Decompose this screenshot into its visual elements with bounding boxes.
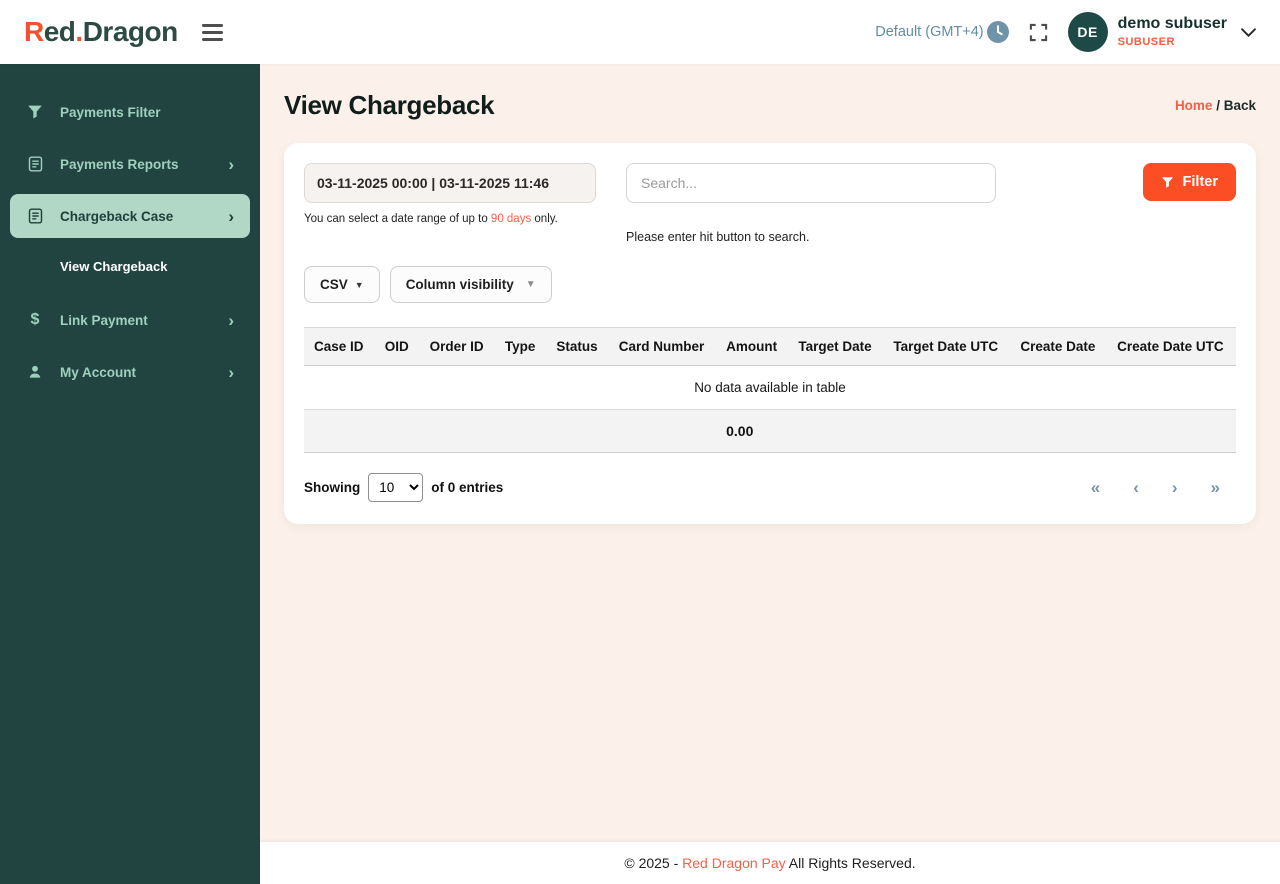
avatar-initials: DE — [1077, 24, 1098, 40]
chevron-right-icon: › — [228, 310, 234, 330]
filter-button[interactable]: Filter — [1142, 163, 1236, 201]
filter-button-label: Filter — [1182, 174, 1218, 190]
empty-table-message: No data available in table — [304, 365, 1236, 410]
table-empty-row: No data available in table — [304, 365, 1236, 410]
first-page-button[interactable]: « — [1091, 479, 1100, 496]
column-header-target-date-utc[interactable]: Target Date UTC — [883, 327, 1011, 366]
table-header-row: Case ID OID Order ID Type Status Card Nu… — [304, 327, 1236, 366]
footer-brand-link[interactable]: Red Dragon Pay — [682, 855, 786, 871]
chevron-right-icon: › — [228, 206, 234, 226]
sidebar-item-chargeback-case[interactable]: Chargeback Case › — [10, 194, 250, 238]
column-header-order-id[interactable]: Order ID — [419, 327, 495, 366]
column-header-target-date[interactable]: Target Date — [788, 327, 884, 366]
sidebar-item-label: Payments Reports — [60, 156, 179, 172]
column-header-type[interactable]: Type — [494, 327, 547, 366]
dollar-icon: $ — [30, 311, 40, 328]
column-header-case-id[interactable]: Case ID — [304, 327, 375, 366]
sidebar-item-my-account[interactable]: My Account › — [10, 350, 250, 394]
sidebar: Payments Filter Payments Reports › Charg… — [0, 64, 260, 884]
breadcrumb-current[interactable]: Back — [1224, 98, 1256, 113]
logo-part-ed: ed — [43, 16, 76, 47]
user-role-badge: SUBUSER — [1117, 36, 1175, 49]
funnel-icon — [1161, 176, 1174, 189]
timezone-selector[interactable]: Default (GMT+4) — [875, 21, 1009, 43]
last-page-button[interactable]: » — [1211, 479, 1220, 496]
pagination-bar: Showing 10 of 0 entries « ‹ › » — [304, 473, 1236, 504]
footer-suffix: All Rights Reserved. — [785, 855, 916, 871]
chargeback-file-icon — [26, 208, 44, 224]
date-range-limit: 90 days — [490, 213, 532, 225]
table-total-row: 0.00 — [304, 409, 1236, 453]
entries-label: of 0 entries — [431, 480, 504, 495]
chevron-right-icon: › — [228, 154, 234, 174]
timezone-label: Default (GMT+4) — [875, 24, 984, 40]
column-visibility-label: Column visibility — [405, 277, 514, 292]
chargeback-table-wrap: Case ID OID Order ID Type Status Card Nu… — [304, 327, 1236, 453]
next-page-button[interactable]: › — [1172, 479, 1178, 496]
date-range-input[interactable] — [304, 163, 596, 203]
sidebar-item-label: Chargeback Case — [60, 208, 174, 224]
chargeback-table: Case ID OID Order ID Type Status Card Nu… — [304, 327, 1236, 453]
csv-button-label: CSV — [320, 277, 348, 292]
user-name: demo subuser — [1117, 14, 1227, 32]
page-size-select[interactable]: 10 — [368, 473, 424, 502]
column-header-status[interactable]: Status — [546, 327, 609, 366]
column-header-amount[interactable]: Amount — [716, 327, 789, 366]
fullscreen-icon[interactable] — [1029, 23, 1048, 42]
date-range-hint: You can select a date range of up to 90 … — [304, 213, 558, 225]
sidebar-item-payments-reports[interactable]: Payments Reports › — [10, 142, 250, 186]
breadcrumb: Home / Back — [1175, 98, 1256, 113]
showing-label: Showing — [304, 480, 361, 495]
search-input[interactable] — [626, 163, 996, 203]
menu-toggle-icon[interactable] — [198, 20, 227, 45]
sidebar-item-label: Payments Filter — [60, 104, 161, 120]
topbar-right: Default (GMT+4) DE demo subuser SUBUSER — [875, 12, 1256, 52]
column-visibility-button[interactable]: Column visibility ▼ — [389, 266, 552, 303]
breadcrumb-home-link[interactable]: Home — [1175, 98, 1213, 113]
column-header-create-date[interactable]: Create Date — [1010, 327, 1108, 366]
user-menu[interactable]: demo subuser SUBUSER — [1118, 15, 1227, 49]
chevron-right-icon: › — [228, 362, 234, 382]
logo-dot: . — [75, 16, 83, 47]
amount-total: 0.00 — [716, 409, 789, 453]
chevron-down-icon[interactable] — [1241, 27, 1256, 37]
avatar[interactable]: DE — [1067, 12, 1108, 52]
chargeback-card: You can select a date range of up to 90 … — [284, 143, 1256, 524]
sidebar-item-link-payment[interactable]: $ Link Payment › — [10, 298, 250, 342]
app-logo[interactable]: Red.Dragon — [24, 16, 178, 48]
csv-export-button[interactable]: CSV ▼ — [304, 266, 380, 303]
page-footer: © 2025 - Red Dragon Pay All Rights Reser… — [260, 842, 1280, 884]
page-title: View Chargeback — [284, 90, 495, 120]
logo-part-r: R — [24, 16, 44, 47]
sidebar-item-payments-filter[interactable]: Payments Filter — [10, 90, 250, 134]
sidebar-subitem-view-chargeback[interactable]: View Chargeback — [10, 246, 250, 286]
sidebar-item-label: Link Payment — [60, 312, 148, 328]
caret-down-icon: ▼ — [354, 279, 364, 290]
breadcrumb-separator: / — [1212, 98, 1224, 113]
sidebar-subitem-label: View Chargeback — [60, 258, 168, 274]
pager: « ‹ › » — [1091, 479, 1236, 496]
report-file-icon — [26, 156, 44, 172]
top-bar: Red.Dragon Default (GMT+4) DE demo subus… — [0, 0, 1280, 64]
clock-icon — [986, 21, 1009, 43]
main-content: View Chargeback Home / Back You can sele… — [260, 64, 1280, 842]
column-header-card-number[interactable]: Card Number — [608, 327, 717, 366]
search-hint: Please enter hit button to search. — [626, 230, 810, 244]
previous-page-button[interactable]: ‹ — [1133, 479, 1139, 496]
footer-prefix: © 2025 - — [624, 855, 683, 871]
logo-part-dragon: Dragon — [82, 16, 179, 47]
column-header-create-date-utc[interactable]: Create Date UTC — [1107, 327, 1236, 366]
user-icon — [26, 364, 44, 380]
caret-down-icon: ▼ — [525, 279, 536, 290]
column-header-oid[interactable]: OID — [374, 327, 420, 366]
sidebar-item-label: My Account — [60, 364, 137, 380]
funnel-icon — [26, 104, 44, 120]
